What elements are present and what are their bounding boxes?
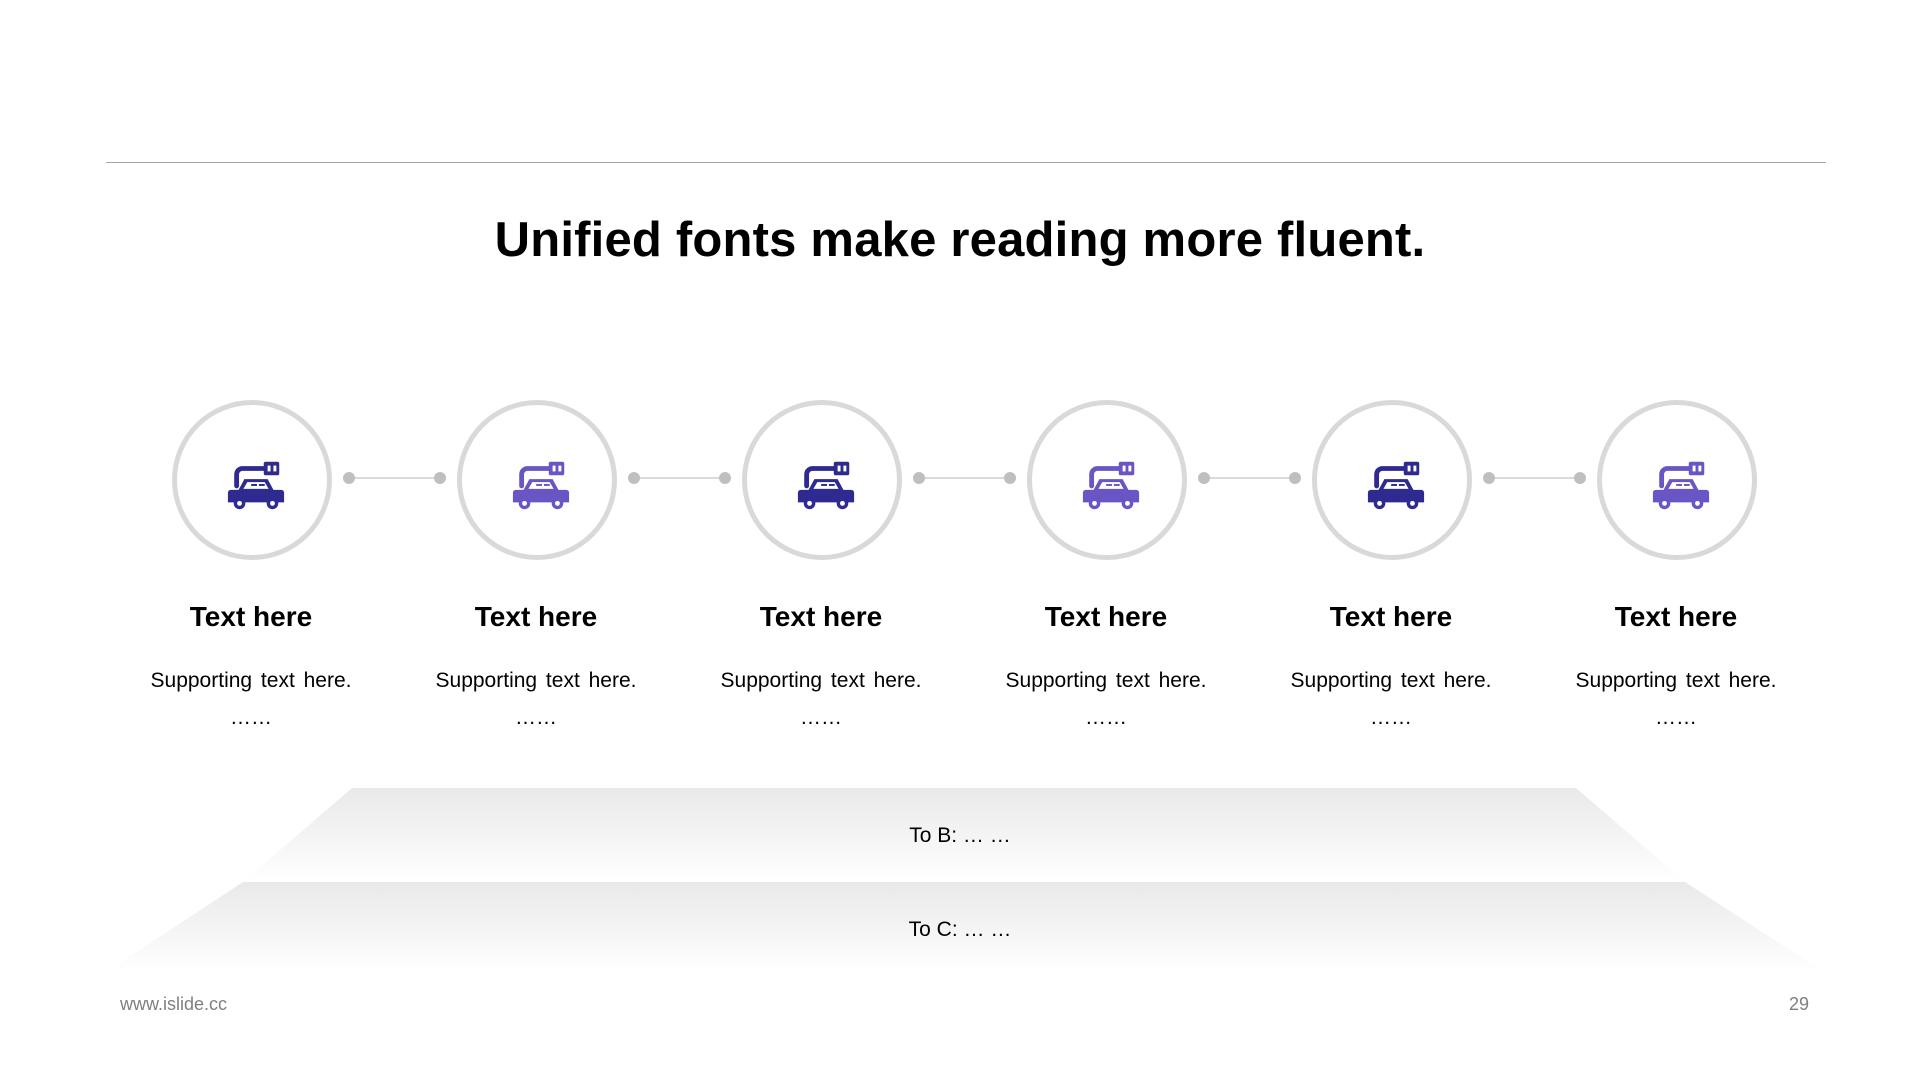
plug-pin-shape <box>843 465 847 472</box>
step-ellipsis: …… <box>1085 706 1127 729</box>
icon-circle <box>1597 400 1757 560</box>
step-title: Text here <box>1614 601 1738 632</box>
wheel-hub-shape <box>840 500 845 506</box>
wheel-hub-shape <box>807 500 812 506</box>
plug-pin-shape <box>837 465 841 472</box>
connector-dot <box>719 472 731 484</box>
car-window-bar-shape <box>1113 484 1120 486</box>
step-title: Text here <box>474 601 598 632</box>
connector-line <box>1207 477 1299 479</box>
icon-circle <box>172 400 332 560</box>
plug-pin-shape <box>1692 465 1696 472</box>
car-window-bar-shape <box>543 484 550 486</box>
car-window-bar-shape <box>258 484 265 486</box>
wheel-hub-shape <box>522 500 527 506</box>
step-subtitle: Supporting text here. <box>720 669 922 692</box>
plug-shape <box>1403 461 1420 476</box>
page-number: 29 <box>1788 994 1809 1014</box>
step-ellipsis: …… <box>515 706 557 729</box>
plug-shape <box>1118 461 1135 476</box>
electric-car-charging-icon <box>512 461 570 510</box>
wheel-hub-shape <box>555 500 560 506</box>
tier-c-shape <box>106 882 1824 972</box>
connector-dot <box>913 472 925 484</box>
car-window-bar-shape <box>1391 484 1397 486</box>
icon-circle <box>1312 400 1472 560</box>
connector-dot <box>434 472 446 484</box>
process-steps: Text here Supporting text here. …… Text … <box>0 0 1920 760</box>
plug-pin-shape <box>1128 465 1132 472</box>
step-title: Text here <box>759 601 883 632</box>
connector-line <box>637 477 729 479</box>
car-window-bar-shape <box>1683 484 1690 486</box>
wheel-hub-shape <box>1377 500 1382 506</box>
step-subtitle: Supporting text here. <box>1290 669 1492 692</box>
wheel-hub-shape <box>1662 500 1667 506</box>
car-window-bar-shape <box>1106 484 1112 486</box>
car-window-bar-shape <box>1676 484 1682 486</box>
plug-shape <box>833 461 850 476</box>
connector-dot <box>1004 472 1016 484</box>
wheel-hub-shape <box>270 500 275 506</box>
plug-pin-shape <box>558 465 562 472</box>
electric-car-charging-icon <box>1367 461 1425 510</box>
connector-line <box>1492 477 1584 479</box>
icon-circle <box>742 400 902 560</box>
plug-pin-shape <box>273 465 277 472</box>
step-title: Text here <box>1044 601 1168 632</box>
electric-car-charging-icon <box>1082 461 1140 510</box>
wheel-hub-shape <box>1410 500 1415 506</box>
connector-dot <box>1574 472 1586 484</box>
car-window-bar-shape <box>821 484 827 486</box>
plug-pin-shape <box>1698 465 1702 472</box>
step-subtitle: Supporting text here. <box>435 669 637 692</box>
connector-dot <box>1289 472 1301 484</box>
car-window-bar-shape <box>251 484 257 486</box>
step-ellipsis: …… <box>230 706 272 729</box>
electric-car-charging-icon <box>1652 461 1710 510</box>
footer-url: www.islide.cc <box>120 994 228 1014</box>
connector-line <box>922 477 1014 479</box>
tier-label-b: To B: … … <box>909 824 1011 847</box>
car-window-bar-shape <box>1398 484 1405 486</box>
step-ellipsis: …… <box>1370 706 1412 729</box>
step-ellipsis: …… <box>1655 706 1697 729</box>
plug-pin-shape <box>267 465 271 472</box>
icon-circle <box>457 400 617 560</box>
plug-pin-shape <box>552 465 556 472</box>
tier-b-shape <box>243 788 1685 882</box>
icon-circle <box>1027 400 1187 560</box>
step-subtitle: Supporting text here. <box>1575 669 1777 692</box>
plug-shape <box>548 461 565 476</box>
plug-shape <box>263 461 280 476</box>
car-window-bar-shape <box>828 484 835 486</box>
step-subtitle: Supporting text here. <box>150 669 352 692</box>
plug-pin-shape <box>1413 465 1417 472</box>
electric-car-charging-icon <box>227 461 285 510</box>
connector-line <box>352 477 444 479</box>
tier-label-c: To C: … … <box>908 918 1012 941</box>
wheel-hub-shape <box>1695 500 1700 506</box>
plug-pin-shape <box>1122 465 1126 472</box>
car-window-bar-shape <box>536 484 542 486</box>
step-ellipsis: …… <box>800 706 842 729</box>
connector-dot <box>628 472 640 484</box>
connector-dot <box>1198 472 1210 484</box>
connector-dot <box>1483 472 1495 484</box>
electric-car-charging-icon <box>797 461 855 510</box>
plug-pin-shape <box>1407 465 1411 472</box>
wheel-hub-shape <box>1092 500 1097 506</box>
step-title: Text here <box>189 601 313 632</box>
step-title: Text here <box>1329 601 1453 632</box>
wheel-hub-shape <box>237 500 242 506</box>
step-subtitle: Supporting text here. <box>1005 669 1207 692</box>
connector-dot <box>343 472 355 484</box>
plug-shape <box>1688 461 1705 476</box>
wheel-hub-shape <box>1125 500 1130 506</box>
